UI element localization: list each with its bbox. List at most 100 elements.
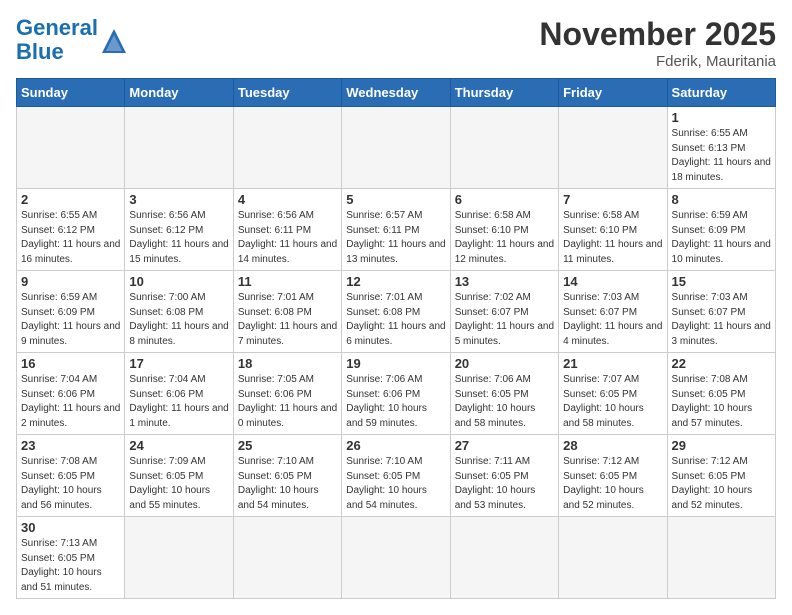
- weekday-header-saturday: Saturday: [667, 79, 775, 107]
- calendar-cell: 15 Sunrise: 7:03 AM Sunset: 6:07 PM Dayli…: [667, 271, 775, 353]
- day-info: Sunrise: 7:06 AM Sunset: 6:05 PM Dayligh…: [455, 373, 554, 431]
- weekday-header-wednesday: Wednesday: [342, 79, 450, 107]
- calendar-table: SundayMondayTuesdayWednesdayThursdayFrid…: [16, 78, 776, 599]
- calendar-cell: [559, 107, 667, 189]
- day-info: Sunrise: 7:00 AM Sunset: 6:08 PM Dayligh…: [129, 291, 228, 349]
- day-number: 16: [21, 356, 120, 371]
- weekday-header-thursday: Thursday: [450, 79, 558, 107]
- day-number: 12: [346, 274, 445, 289]
- day-number: 17: [129, 356, 228, 371]
- calendar-cell: [233, 517, 341, 599]
- day-number: 21: [563, 356, 662, 371]
- calendar-cell: [450, 517, 558, 599]
- day-info: Sunrise: 7:05 AM Sunset: 6:06 PM Dayligh…: [238, 373, 337, 431]
- weekday-header-row: SundayMondayTuesdayWednesdayThursdayFrid…: [17, 79, 776, 107]
- calendar-cell: 25Sunrise: 7:10 AM Sunset: 6:05 PM Dayli…: [233, 435, 341, 517]
- calendar-cell: 1 Sunrise: 6:55 AM Sunset: 6:13 PM Daylig…: [667, 107, 775, 189]
- calendar-cell: 7Sunrise: 6:58 AM Sunset: 6:10 PM Daylig…: [559, 189, 667, 271]
- day-number: 6: [455, 192, 554, 207]
- day-number: 3: [129, 192, 228, 207]
- calendar-cell: 19 Sunrise: 7:06 AM Sunset: 6:06 PM Dayli…: [342, 353, 450, 435]
- day-info: Sunrise: 7:03 AM Sunset: 6:07 PM Dayligh…: [563, 291, 662, 349]
- day-info: Sunrise: 7:08 AM Sunset: 6:05 PM Dayligh…: [672, 373, 771, 431]
- day-info: Sunrise: 7:06 AM Sunset: 6:06 PM Dayligh…: [346, 373, 445, 431]
- day-number: 25: [238, 438, 337, 453]
- calendar-week-row: 16 Sunrise: 7:04 AM Sunset: 6:06 PM Dayli…: [17, 353, 776, 435]
- calendar-week-row: 2Sunrise: 6:55 AM Sunset: 6:12 PM Daylig…: [17, 189, 776, 271]
- day-number: 9: [21, 274, 120, 289]
- calendar-title: November 2025: [539, 16, 776, 53]
- calendar-subtitle: Fderik, Mauritania: [539, 53, 776, 70]
- day-info: Sunrise: 7:12 AM Sunset: 6:05 PM Dayligh…: [563, 455, 662, 513]
- day-info: Sunrise: 7:04 AM Sunset: 6:06 PM Dayligh…: [21, 373, 120, 431]
- logo-text: GeneralBlue: [16, 16, 98, 64]
- calendar-week-row: 23 Sunrise: 7:08 AM Sunset: 6:05 PM Dayli…: [17, 435, 776, 517]
- day-number: 29: [672, 438, 771, 453]
- calendar-cell: 18 Sunrise: 7:05 AM Sunset: 6:06 PM Dayli…: [233, 353, 341, 435]
- day-number: 23: [21, 438, 120, 453]
- calendar-week-row: 9Sunrise: 6:59 AM Sunset: 6:09 PM Daylig…: [17, 271, 776, 353]
- day-info: Sunrise: 7:02 AM Sunset: 6:07 PM Dayligh…: [455, 291, 554, 349]
- day-info: Sunrise: 7:10 AM Sunset: 6:05 PM Dayligh…: [346, 455, 445, 513]
- day-info: Sunrise: 6:55 AM Sunset: 6:12 PM Dayligh…: [21, 209, 120, 267]
- calendar-cell: [125, 517, 233, 599]
- day-number: 26: [346, 438, 445, 453]
- calendar-cell: 22 Sunrise: 7:08 AM Sunset: 6:05 PM Dayli…: [667, 353, 775, 435]
- calendar-cell: 11 Sunrise: 7:01 AM Sunset: 6:08 PM Dayli…: [233, 271, 341, 353]
- calendar-cell: 12 Sunrise: 7:01 AM Sunset: 6:08 PM Dayli…: [342, 271, 450, 353]
- day-info: Sunrise: 7:01 AM Sunset: 6:08 PM Dayligh…: [346, 291, 445, 349]
- calendar-cell: 9Sunrise: 6:59 AM Sunset: 6:09 PM Daylig…: [17, 271, 125, 353]
- calendar-cell: 30 Sunrise: 7:13 AM Sunset: 6:05 PM Dayli…: [17, 517, 125, 599]
- weekday-header-sunday: Sunday: [17, 79, 125, 107]
- calendar-cell: 8Sunrise: 6:59 AM Sunset: 6:09 PM Daylig…: [667, 189, 775, 271]
- day-number: 1: [672, 110, 771, 125]
- calendar-week-row: 1 Sunrise: 6:55 AM Sunset: 6:13 PM Daylig…: [17, 107, 776, 189]
- calendar-cell: 13Sunrise: 7:02 AM Sunset: 6:07 PM Dayli…: [450, 271, 558, 353]
- calendar-cell: 5 Sunrise: 6:57 AM Sunset: 6:11 PM Daylig…: [342, 189, 450, 271]
- logo: GeneralBlue: [16, 16, 128, 64]
- day-info: Sunrise: 7:04 AM Sunset: 6:06 PM Dayligh…: [129, 373, 228, 431]
- day-info: Sunrise: 7:01 AM Sunset: 6:08 PM Dayligh…: [238, 291, 337, 349]
- day-number: 14: [563, 274, 662, 289]
- day-info: Sunrise: 6:56 AM Sunset: 6:12 PM Dayligh…: [129, 209, 228, 267]
- day-info: Sunrise: 6:58 AM Sunset: 6:10 PM Dayligh…: [563, 209, 662, 267]
- calendar-cell: 16 Sunrise: 7:04 AM Sunset: 6:06 PM Dayli…: [17, 353, 125, 435]
- calendar-cell: 17 Sunrise: 7:04 AM Sunset: 6:06 PM Dayli…: [125, 353, 233, 435]
- day-number: 24: [129, 438, 228, 453]
- day-info: Sunrise: 6:57 AM Sunset: 6:11 PM Dayligh…: [346, 209, 445, 267]
- day-info: Sunrise: 7:13 AM Sunset: 6:05 PM Dayligh…: [21, 537, 120, 595]
- day-number: 18: [238, 356, 337, 371]
- calendar-cell: 24Sunrise: 7:09 AM Sunset: 6:05 PM Dayli…: [125, 435, 233, 517]
- day-number: 22: [672, 356, 771, 371]
- calendar-cell: 20 Sunrise: 7:06 AM Sunset: 6:05 PM Dayli…: [450, 353, 558, 435]
- day-number: 15: [672, 274, 771, 289]
- calendar-cell: 3 Sunrise: 6:56 AM Sunset: 6:12 PM Daylig…: [125, 189, 233, 271]
- day-info: Sunrise: 6:55 AM Sunset: 6:13 PM Dayligh…: [672, 127, 771, 185]
- calendar-cell: [667, 517, 775, 599]
- day-info: Sunrise: 7:03 AM Sunset: 6:07 PM Dayligh…: [672, 291, 771, 349]
- calendar-cell: 10 Sunrise: 7:00 AM Sunset: 6:08 PM Dayli…: [125, 271, 233, 353]
- day-number: 28: [563, 438, 662, 453]
- day-number: 8: [672, 192, 771, 207]
- day-number: 5: [346, 192, 445, 207]
- day-number: 11: [238, 274, 337, 289]
- calendar-cell: [342, 107, 450, 189]
- calendar-cell: 27Sunrise: 7:11 AM Sunset: 6:05 PM Dayli…: [450, 435, 558, 517]
- calendar-cell: [342, 517, 450, 599]
- day-info: Sunrise: 7:08 AM Sunset: 6:05 PM Dayligh…: [21, 455, 120, 513]
- calendar-cell: [233, 107, 341, 189]
- calendar-cell: 21 Sunrise: 7:07 AM Sunset: 6:05 PM Dayli…: [559, 353, 667, 435]
- day-info: Sunrise: 7:07 AM Sunset: 6:05 PM Dayligh…: [563, 373, 662, 431]
- calendar-cell: [17, 107, 125, 189]
- day-info: Sunrise: 6:56 AM Sunset: 6:11 PM Dayligh…: [238, 209, 337, 267]
- day-info: Sunrise: 6:58 AM Sunset: 6:10 PM Dayligh…: [455, 209, 554, 267]
- weekday-header-monday: Monday: [125, 79, 233, 107]
- title-block: November 2025 Fderik, Mauritania: [539, 16, 776, 70]
- calendar-cell: [559, 517, 667, 599]
- day-number: 10: [129, 274, 228, 289]
- day-number: 4: [238, 192, 337, 207]
- day-number: 19: [346, 356, 445, 371]
- day-number: 20: [455, 356, 554, 371]
- day-number: 30: [21, 520, 120, 535]
- calendar-cell: 6 Sunrise: 6:58 AM Sunset: 6:10 PM Daylig…: [450, 189, 558, 271]
